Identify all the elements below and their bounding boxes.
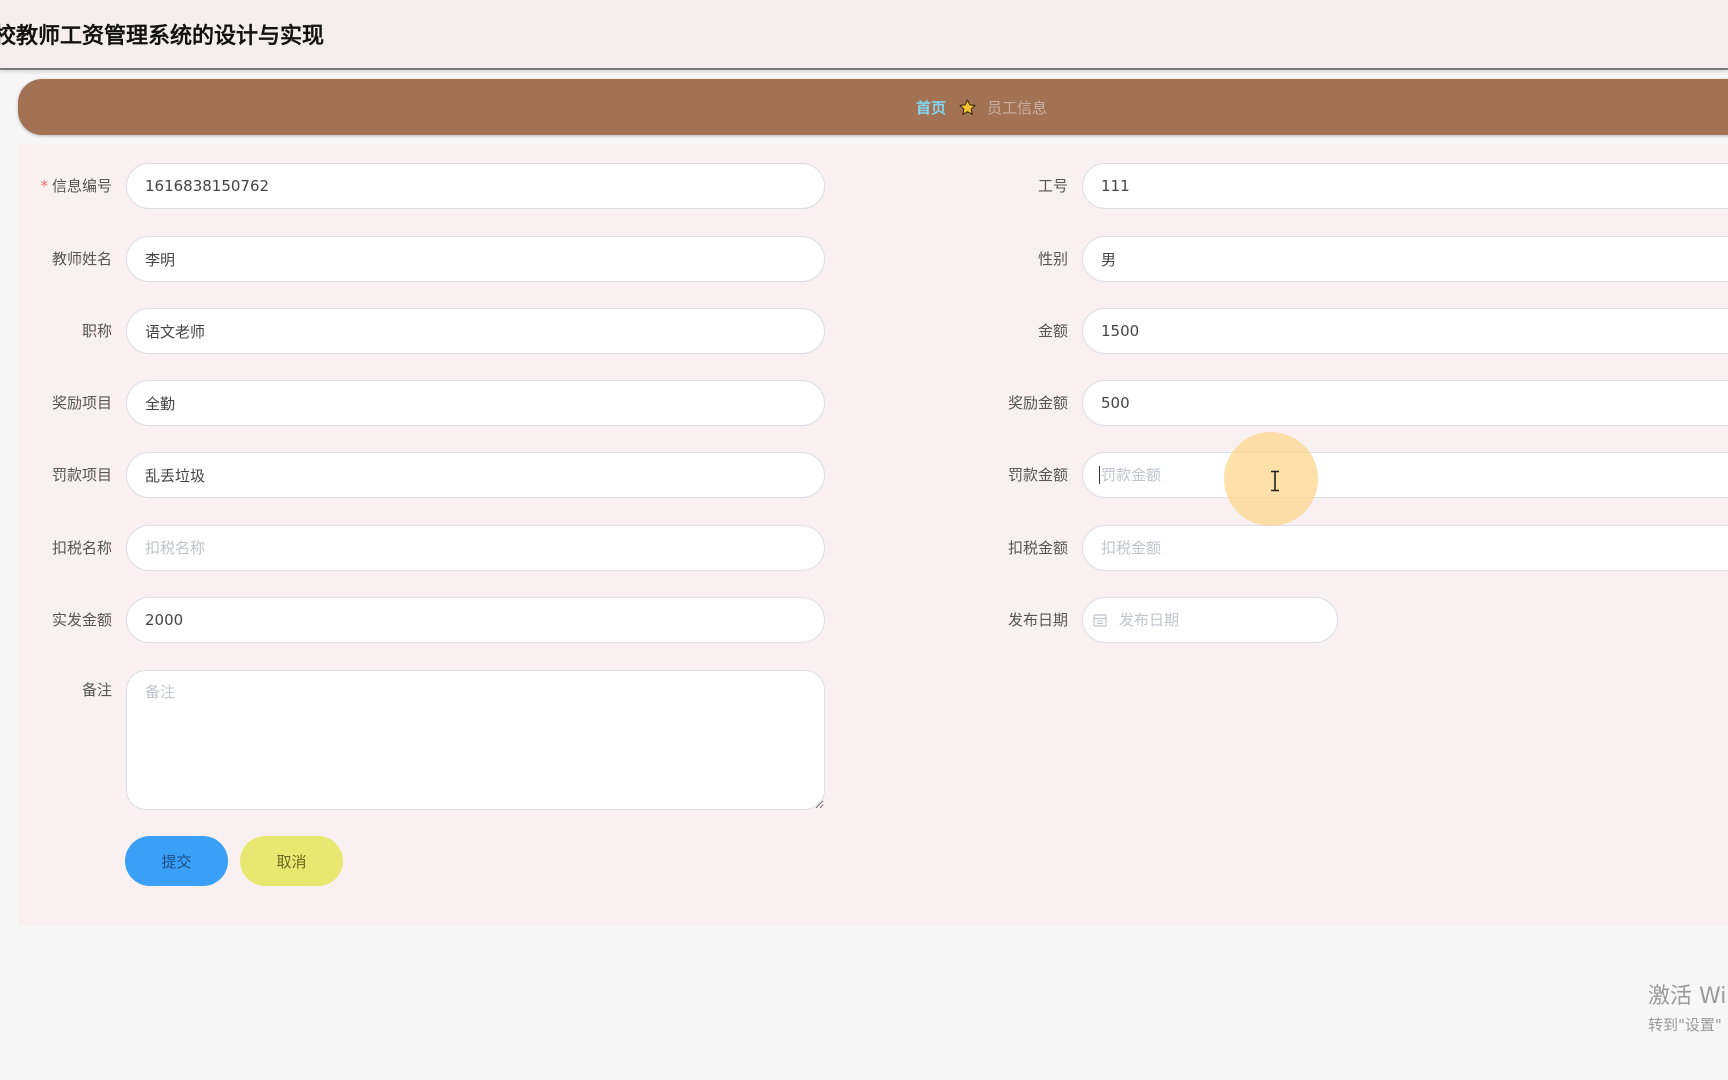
label-job-title: 职称	[81, 322, 112, 340]
label-tax-amount: 扣税金额	[1007, 539, 1068, 557]
teacher-name-input[interactable]	[126, 236, 825, 282]
tax-name-input[interactable]	[126, 525, 825, 571]
reward-item-input[interactable]	[126, 380, 825, 426]
label-employee-no: 工号	[1037, 177, 1068, 195]
breadcrumb-current: 员工信息	[987, 98, 1048, 117]
net-amount-input[interactable]	[126, 597, 825, 643]
submit-button[interactable]: 提交	[125, 836, 228, 886]
watermark-line2: 转到"设置"	[1648, 1016, 1722, 1034]
tax-amount-input[interactable]	[1082, 525, 1728, 571]
label-amount: 金额	[1037, 322, 1068, 340]
label-gender: 性别	[1037, 250, 1068, 268]
breadcrumb-bar: 首页 员工信息	[18, 79, 1728, 135]
required-mark: *	[40, 177, 48, 195]
label-reward-item: 奖励项目	[51, 394, 112, 412]
text-caret	[1099, 466, 1100, 484]
label-penalty-item: 罚款项目	[51, 466, 112, 484]
amount-input[interactable]	[1082, 308, 1728, 354]
breadcrumb-home-link[interactable]: 首页	[916, 97, 946, 118]
star-icon	[959, 98, 976, 115]
info-id-input[interactable]	[126, 163, 825, 209]
activation-watermark: 激活 Wi 转到"设置"	[1648, 978, 1726, 1035]
label-remark: 备注	[81, 681, 112, 699]
watermark-line1: 激活 Wi	[1648, 984, 1727, 1009]
label-publish-date: 发布日期	[1007, 611, 1068, 629]
cancel-button[interactable]: 取消	[240, 836, 343, 886]
employee-no-input[interactable]	[1082, 163, 1728, 209]
label-info-id: * 信息编号	[40, 177, 112, 195]
label-penalty-amount: 罚款金额	[1007, 466, 1068, 484]
remark-textarea[interactable]	[126, 670, 825, 810]
publish-date-picker[interactable]	[1082, 597, 1338, 643]
label-teacher-name: 教师姓名	[51, 250, 112, 268]
label-reward-amount: 奖励金额	[1007, 394, 1068, 412]
job-title-input[interactable]	[126, 308, 825, 354]
penalty-amount-input[interactable]	[1082, 452, 1728, 498]
reward-amount-input[interactable]	[1082, 380, 1728, 426]
app-title: 校教师工资管理系统的设计与实现	[0, 24, 325, 49]
gender-input[interactable]	[1082, 236, 1728, 282]
label-net-amount: 实发金额	[51, 611, 112, 629]
top-header: 校教师工资管理系统的设计与实现	[0, 0, 1728, 70]
penalty-item-input[interactable]	[126, 452, 825, 498]
text-cursor-icon	[1271, 470, 1279, 492]
calendar-icon	[1093, 614, 1107, 627]
breadcrumb: 首页 员工信息	[916, 79, 1047, 135]
label-tax-name: 扣税名称	[51, 539, 112, 557]
